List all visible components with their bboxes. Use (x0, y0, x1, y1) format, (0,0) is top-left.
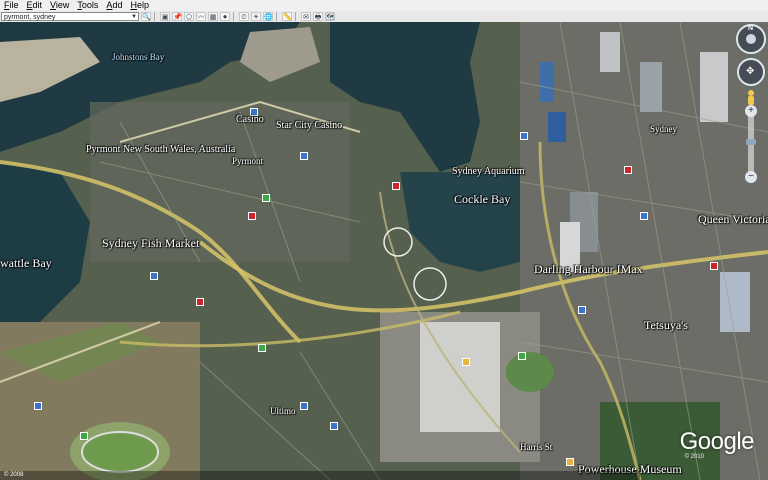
poi-icon[interactable] (80, 432, 88, 440)
map-label[interactable]: Casino (236, 114, 264, 125)
map-label[interactable]: Harris St (520, 442, 552, 452)
path-icon[interactable]: 〰 (196, 12, 206, 21)
poi-icon[interactable] (258, 344, 266, 352)
menu-view[interactable]: View (46, 0, 73, 11)
move-control[interactable]: ✥ (737, 58, 765, 86)
compass-control[interactable]: N (736, 24, 766, 54)
chevron-down-icon[interactable]: ▼ (131, 13, 137, 22)
placemark-icon[interactable]: 📌 (172, 12, 182, 21)
search-button[interactable]: 🔍 (141, 12, 151, 21)
planets-icon[interactable]: 🌐 (263, 12, 273, 21)
aerial-imagery (0, 22, 768, 480)
map-view[interactable]: Johnstons Bay Casino Star City Casino Py… (0, 22, 768, 480)
poi-icon[interactable] (392, 182, 400, 190)
poi-icon[interactable] (300, 152, 308, 160)
maps-icon[interactable]: 🗺 (325, 12, 335, 21)
map-label[interactable]: Queen Victoria (698, 212, 768, 227)
poi-icon[interactable] (34, 402, 42, 410)
zoom-out-button[interactable]: − (745, 171, 757, 183)
poi-icon[interactable] (262, 194, 270, 202)
map-label[interactable]: Ultimo (270, 406, 296, 416)
polygon-icon[interactable]: ⬠ (184, 12, 194, 21)
historical-imagery-icon[interactable]: ⏲ (239, 12, 249, 21)
map-label[interactable]: Sydney Fish Market (102, 236, 199, 251)
menu-file[interactable]: File (0, 0, 23, 11)
poi-icon[interactable] (710, 262, 718, 270)
poi-icon[interactable] (248, 212, 256, 220)
ruler-icon[interactable]: 📏 (282, 12, 292, 21)
search-input[interactable]: pyrmont, sydney ▼ (1, 12, 139, 21)
poi-icon[interactable] (330, 422, 338, 430)
menu-add[interactable]: Add (102, 0, 126, 11)
status-bar: © 2008 (0, 471, 640, 480)
poi-icon[interactable] (566, 458, 574, 466)
menu-tools[interactable]: Tools (73, 0, 102, 11)
map-label[interactable]: Sydney Aquarium (452, 166, 525, 177)
menu-bar: File Edit View Tools Add Help (0, 0, 768, 11)
map-label[interactable]: Darling Harbour IMax (534, 262, 643, 277)
sunlight-icon[interactable]: ☀ (251, 12, 261, 21)
poi-icon[interactable] (578, 306, 586, 314)
hand-icon: ✥ (746, 66, 755, 77)
google-logo: Google (679, 428, 755, 455)
poi-icon[interactable] (520, 132, 528, 140)
poi-icon[interactable] (640, 212, 648, 220)
poi-icon[interactable] (300, 402, 308, 410)
toolbar-separator (154, 12, 155, 21)
toolbar-separator (276, 12, 277, 21)
look-joystick-icon[interactable] (746, 34, 756, 44)
toolbar-separator (233, 12, 234, 21)
zoom-in-button[interactable]: + (745, 105, 757, 117)
menu-edit[interactable]: Edit (23, 0, 47, 11)
image-overlay-icon[interactable]: ▦ (208, 12, 218, 21)
map-label[interactable]: Star City Casino (276, 120, 342, 131)
map-label[interactable]: Cockle Bay (454, 192, 510, 207)
map-label[interactable]: Sydney (650, 124, 677, 134)
map-label[interactable]: Pyrmont (232, 156, 263, 166)
search-value: pyrmont, sydney (4, 14, 56, 21)
north-indicator: N (748, 25, 754, 32)
zoom-slider[interactable]: + − (745, 105, 757, 183)
print-icon[interactable]: 🖶 (313, 12, 323, 21)
poi-icon[interactable] (462, 358, 470, 366)
poi-icon[interactable] (518, 352, 526, 360)
email-icon[interactable]: ✉ (301, 12, 311, 21)
map-label[interactable]: Tetsuya's (644, 318, 688, 333)
menu-help[interactable]: Help (126, 0, 153, 11)
poi-icon[interactable] (196, 298, 204, 306)
toolbar-separator (295, 12, 296, 21)
map-label[interactable]: Pyrmont New South Wales, Australia (86, 144, 235, 155)
tour-icon[interactable]: ⏺ (220, 12, 230, 21)
map-label[interactable]: Johnstons Bay (112, 52, 164, 62)
zoom-slider-thumb[interactable] (746, 139, 756, 145)
poi-icon[interactable] (624, 166, 632, 174)
sidebar-toggle-icon[interactable]: ▣ (160, 12, 170, 21)
poi-icon[interactable] (150, 272, 158, 280)
navigation-controls: N ✥ + − (736, 24, 766, 183)
map-label[interactable]: wattle Bay (0, 256, 52, 271)
